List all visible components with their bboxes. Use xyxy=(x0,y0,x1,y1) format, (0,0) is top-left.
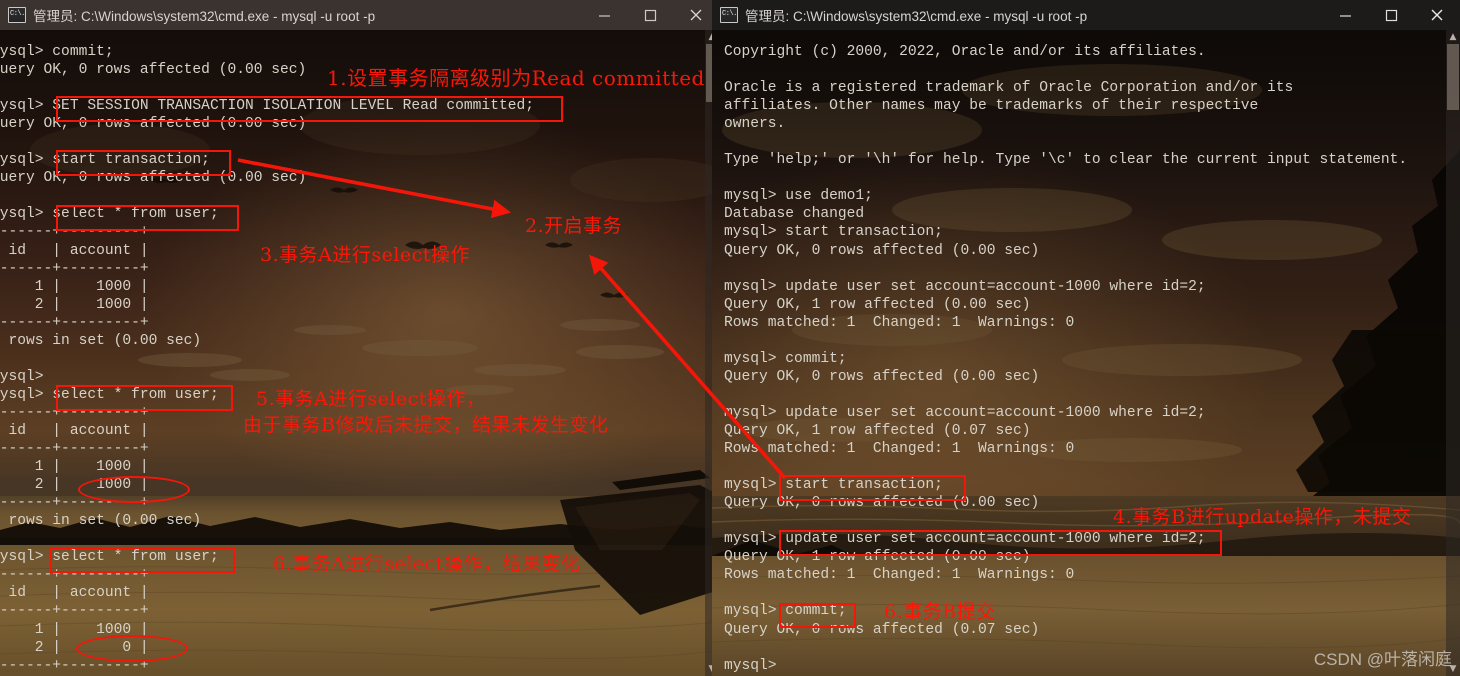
right-cmd-window[interactable]: Copyright (c) 2000, 2022, Oracle and/or … xyxy=(712,0,1460,676)
terminal-line: mysql> commit; xyxy=(0,44,114,60)
annotation-6-left: 6.事务A进行select操作，结果变化 xyxy=(273,553,581,575)
terminal-line: Type 'help;' or '\h' for help. Type '\c'… xyxy=(724,152,1408,169)
cmd-icon xyxy=(720,7,738,23)
maximize-icon xyxy=(644,9,656,21)
terminal-line: Database changed xyxy=(724,206,865,223)
terminal-line: Oracle is a registered trademark of Orac… xyxy=(724,80,1294,97)
scroll-up-arrow-icon[interactable]: ▲ xyxy=(1446,30,1460,44)
left-window-title: 管理员: C:\Windows\system32\cmd.exe - mysql… xyxy=(33,9,376,24)
close-icon xyxy=(1431,9,1443,21)
terminal-line: Query OK, 0 rows affected (0.00 sec) xyxy=(724,368,1040,385)
terminal-line: owners. xyxy=(724,116,786,133)
right-terminal-output[interactable]: Copyright (c) 2000, 2022, Oracle and/or … xyxy=(724,43,1460,676)
terminal-line: mysql> update user set account=account-1… xyxy=(724,278,1206,295)
annotation-4-right: 4.事务B进行update操作，未提交 xyxy=(1113,506,1412,528)
terminal-line: Copyright (c) 2000, 2022, Oracle and/or … xyxy=(724,44,1206,60)
terminal-line: | 1 | 1000 | xyxy=(0,278,149,295)
terminal-line: | id | account | xyxy=(0,585,149,602)
annotation-1: 1.设置事务隔离级别为Read committed xyxy=(327,66,705,90)
annotation-6-right: 6.事务B提交 xyxy=(884,601,996,623)
terminal-line: Rows matched: 1 Changed: 1 Warnings: 0 xyxy=(724,314,1075,331)
highlight-box-select-2 xyxy=(56,385,233,411)
terminal-line: mysql> use demo1; xyxy=(724,188,873,205)
left-window-titlebar[interactable]: 管理员: C:\Windows\system32\cmd.exe - mysql… xyxy=(0,0,719,30)
close-icon xyxy=(690,9,702,21)
minimize-button[interactable] xyxy=(581,0,627,30)
minimize-icon xyxy=(1339,14,1351,17)
scrollbar-thumb[interactable] xyxy=(1447,44,1459,110)
highlight-ellipse-account-0 xyxy=(76,635,188,662)
highlight-box-select-1 xyxy=(56,205,239,231)
annotation-2: 2.开启事务 xyxy=(525,215,623,237)
right-window-titlebar[interactable]: 管理员: C:\Windows\system32\cmd.exe - mysql… xyxy=(712,0,1460,30)
left-window-controls[interactable] xyxy=(581,0,719,30)
minimize-icon xyxy=(598,14,610,17)
annotation-5-line2: 由于事务B修改后未提交，结果未发生变化 xyxy=(243,414,609,436)
terminal-line: Query OK, 1 row affected (0.07 sec) xyxy=(724,422,1031,439)
annotation-3: 3.事务A进行select操作 xyxy=(260,244,470,266)
terminal-line: mysql> start transaction; xyxy=(724,224,943,241)
highlight-ellipse-account-1000 xyxy=(78,476,190,503)
right-window-controls[interactable] xyxy=(1322,0,1460,30)
highlight-box-select-3 xyxy=(50,547,235,573)
terminal-line: Query OK, 0 rows affected (0.00 sec) xyxy=(724,242,1040,259)
maximize-button[interactable] xyxy=(627,0,673,30)
terminal-line: Query OK, 1 row affected (0.00 sec) xyxy=(724,296,1031,313)
close-button[interactable] xyxy=(1414,0,1460,30)
annotation-5-line1: 5.事务A进行select操作， xyxy=(256,388,486,410)
left-terminal-output[interactable]: mysql> commit; Query OK, 0 rows affected … xyxy=(0,43,719,676)
highlight-box-start-transaction-left xyxy=(56,150,231,176)
terminal-line: affiliates. Other names may be trademark… xyxy=(724,98,1259,115)
maximize-button[interactable] xyxy=(1368,0,1414,30)
terminal-line: | 2 | 1000 | xyxy=(0,296,149,313)
terminal-line: Rows matched: 1 Changed: 1 Warnings: 0 xyxy=(724,567,1075,584)
terminal-line: 2 rows in set (0.00 sec) xyxy=(0,332,202,349)
maximize-icon xyxy=(1385,9,1397,21)
terminal-line: +------+---------+ xyxy=(0,314,149,331)
terminal-line: Rows matched: 1 Changed: 1 Warnings: 0 xyxy=(724,441,1075,458)
cmd-icon xyxy=(8,7,26,23)
terminal-line: 2 rows in set (0.00 sec) xyxy=(0,513,202,530)
right-vertical-scrollbar[interactable]: ▲ ▼ xyxy=(1446,30,1460,676)
right-console-surface[interactable]: Copyright (c) 2000, 2022, Oracle and/or … xyxy=(712,30,1460,676)
watermark: CSDN @叶落闲庭 xyxy=(1313,650,1452,669)
terminal-line: mysql> commit; xyxy=(724,350,847,367)
minimize-button[interactable] xyxy=(1322,0,1368,30)
screenshot-root: mysql> commit; Query OK, 0 rows affected … xyxy=(0,0,1460,676)
terminal-line: +------+---------+ xyxy=(0,603,149,620)
highlight-box-set-isolation xyxy=(56,96,563,122)
highlight-box-commit-right xyxy=(779,603,856,628)
highlight-box-update-right xyxy=(779,530,1222,556)
left-console-surface[interactable]: mysql> commit; Query OK, 0 rows affected … xyxy=(0,30,719,676)
terminal-line: | 1 | 1000 | xyxy=(0,459,149,476)
right-window-title: 管理员: C:\Windows\system32\cmd.exe - mysql… xyxy=(745,9,1088,24)
terminal-line: mysql> update user set account=account-1… xyxy=(724,404,1206,421)
terminal-line: +------+---------+ xyxy=(0,441,149,458)
highlight-box-start-transaction-right xyxy=(779,475,966,501)
